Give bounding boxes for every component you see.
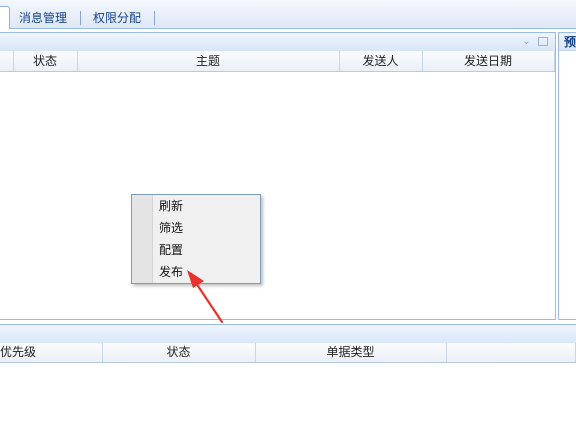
context-menu-icon-gutter	[132, 195, 153, 283]
preview-title: 预	[559, 33, 576, 51]
message-grid-panel: ⌄ 状态 主题 发送人 发送日期	[0, 32, 556, 320]
row-checkbox-header[interactable]	[0, 51, 14, 71]
tab-separator	[80, 11, 81, 25]
maximize-icon[interactable]	[538, 37, 548, 46]
column-header-document-type[interactable]: 单据类型	[255, 343, 447, 362]
menu-item-configure[interactable]: 配置	[159, 239, 257, 261]
column-header-priority[interactable]: 优先级	[0, 343, 103, 362]
collapse-icon[interactable]: ⌄	[521, 36, 532, 47]
tab-message-management[interactable]: 消息管理	[19, 9, 67, 27]
menu-item-filter[interactable]: 筛选	[159, 217, 257, 239]
column-header-status[interactable]: 状态	[102, 343, 256, 362]
menu-item-publish[interactable]: 发布	[159, 261, 257, 283]
tab-strip: 消息管理 权限分配	[0, 0, 576, 29]
panel-toolbar: ⌄	[0, 33, 555, 52]
column-header-send-date[interactable]: 发送日期	[422, 51, 555, 71]
menu-item-refresh[interactable]: 刷新	[159, 195, 257, 217]
column-header-status[interactable]: 状态	[13, 51, 78, 71]
preview-panel: 预	[558, 32, 576, 320]
column-header-sender[interactable]: 发送人	[339, 51, 423, 71]
context-menu: 刷新 筛选 配置 发布	[131, 194, 261, 284]
tab-separator	[154, 11, 155, 25]
bottom-grid-header: 优先级 状态 单据类型	[0, 343, 576, 363]
grid-header: 状态 主题 发送人 发送日期	[0, 51, 555, 72]
bottom-panel-titlebar	[0, 324, 576, 344]
tab-previous[interactable]	[0, 6, 10, 29]
column-header-subject[interactable]: 主题	[77, 51, 340, 71]
tab-permission-assignment[interactable]: 权限分配	[93, 9, 141, 27]
column-header-empty[interactable]	[446, 343, 576, 362]
